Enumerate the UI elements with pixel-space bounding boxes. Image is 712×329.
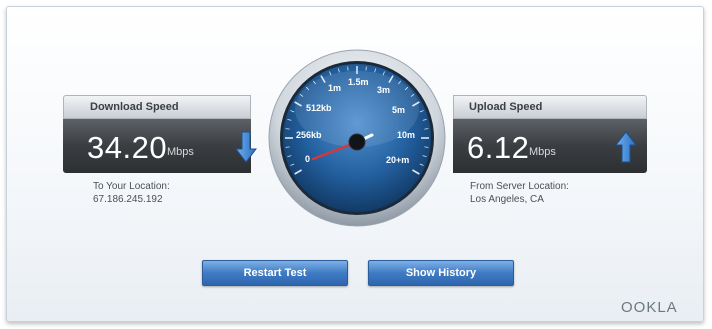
arrow-up-icon [615, 131, 637, 163]
download-location: To Your Location: 67.186.245.192 [93, 180, 170, 206]
gauge-hub [348, 133, 366, 151]
upload-panel-header: Upload Speed [453, 95, 647, 119]
download-speed-value: 34.20 [87, 130, 168, 165]
gauge-label-20m: 20+m [386, 155, 409, 165]
arrow-down-icon [235, 131, 257, 163]
gauge-label-256kb: 256kb [296, 130, 322, 140]
gauge-label-10m: 10m [397, 130, 415, 140]
speed-gauge: 0 256kb 512kb 1m 1.5m 3m 5m 10m 20+m [268, 49, 446, 227]
restart-test-button[interactable]: Restart Test [202, 260, 348, 286]
gauge-tick [365, 66, 367, 71]
upload-location-label: From Server Location: [470, 181, 569, 192]
gauge-label-3m: 3m [377, 85, 390, 95]
upload-speed-value: 6.12 [467, 130, 530, 165]
gauge-label-0: 0 [305, 154, 310, 164]
gauge-tick [347, 66, 349, 71]
download-readout: 34.20 Mbps [63, 119, 257, 173]
gauge-tick [424, 146, 429, 148]
upload-title: Upload Speed [469, 101, 543, 113]
gauge-label-1-5m: 1.5m [348, 77, 369, 87]
gauge-tick [424, 128, 429, 130]
download-location-label: To Your Location: [93, 181, 170, 192]
gauge-tick [285, 146, 290, 148]
gauge-label-512kb: 512kb [306, 103, 332, 113]
download-location-value: 67.186.245.192 [93, 194, 163, 205]
speedtest-widget: Download Speed 34.20 Mbps Upload Speed 6… [6, 6, 704, 322]
gauge-label-5m: 5m [392, 105, 405, 115]
upload-location: From Server Location: Los Angeles, CA [470, 180, 569, 206]
upload-panel: Upload Speed 6.12 Mbps [453, 95, 647, 173]
upload-speed-unit: Mbps [529, 146, 556, 158]
download-speed-unit: Mbps [167, 146, 194, 158]
upload-readout: 6.12 Mbps [453, 119, 647, 173]
gauge-label-1m: 1m [328, 83, 341, 93]
gauge-tick [285, 128, 290, 130]
download-panel: Download Speed 34.20 Mbps [63, 95, 257, 173]
download-panel-header: Download Speed [63, 95, 251, 119]
ookla-logo: OOKLA [621, 299, 678, 316]
download-title: Download Speed [90, 101, 179, 113]
show-history-button[interactable]: Show History [368, 260, 514, 286]
upload-location-value: Los Angeles, CA [470, 194, 544, 205]
